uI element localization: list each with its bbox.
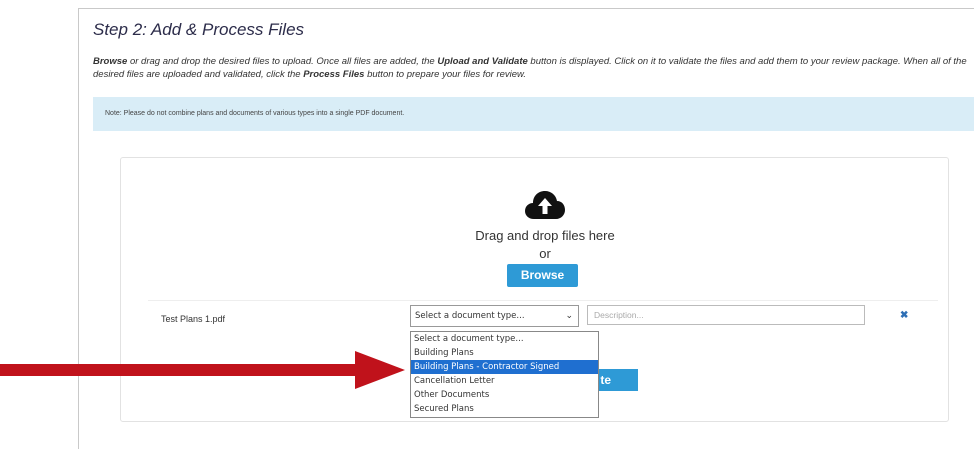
dropdown-option-selected[interactable]: Building Plans - Contractor Signed: [411, 360, 598, 374]
file-name: Test Plans 1.pdf: [161, 314, 226, 324]
dropdown-option[interactable]: Secured Plans: [411, 402, 598, 416]
dropdown-option[interactable]: Other Documents: [411, 388, 598, 402]
document-type-select-value: Select a document type...: [415, 311, 525, 321]
note-banner: Note: Please do not combine plans and do…: [93, 97, 974, 131]
instructions-part3: button to prepare your files for review.: [364, 69, 527, 80]
chevron-down-icon: ⌄: [565, 311, 573, 321]
dropdown-option[interactable]: Select a document type...: [411, 332, 598, 346]
or-label: or: [539, 246, 551, 261]
instructions-browse: Browse: [93, 56, 128, 67]
instructions-process-files: Process Files: [303, 69, 365, 80]
document-type-select[interactable]: Select a document type... ⌄: [410, 305, 579, 327]
row-divider: [148, 300, 938, 301]
cloud-upload-icon: [525, 191, 565, 219]
instructions-text: Browse or drag and drop the desired file…: [93, 55, 973, 81]
instructions-part1: or drag and drop the desired files to up…: [127, 56, 438, 67]
red-arrow-annotation: [0, 351, 405, 389]
description-input[interactable]: Description...: [587, 305, 865, 325]
dropdown-option[interactable]: Cancellation Letter: [411, 374, 598, 388]
dropdown-option[interactable]: Building Plans: [411, 346, 598, 360]
close-icon[interactable]: ✖: [900, 310, 908, 321]
document-type-dropdown[interactable]: Select a document type... Building Plans…: [410, 331, 599, 418]
instructions-upload-validate: Upload and Validate: [437, 56, 528, 67]
drag-drop-label: Drag and drop files here: [475, 228, 615, 243]
browse-button[interactable]: Browse: [507, 264, 578, 287]
page-title: Step 2: Add & Process Files: [93, 20, 305, 39]
